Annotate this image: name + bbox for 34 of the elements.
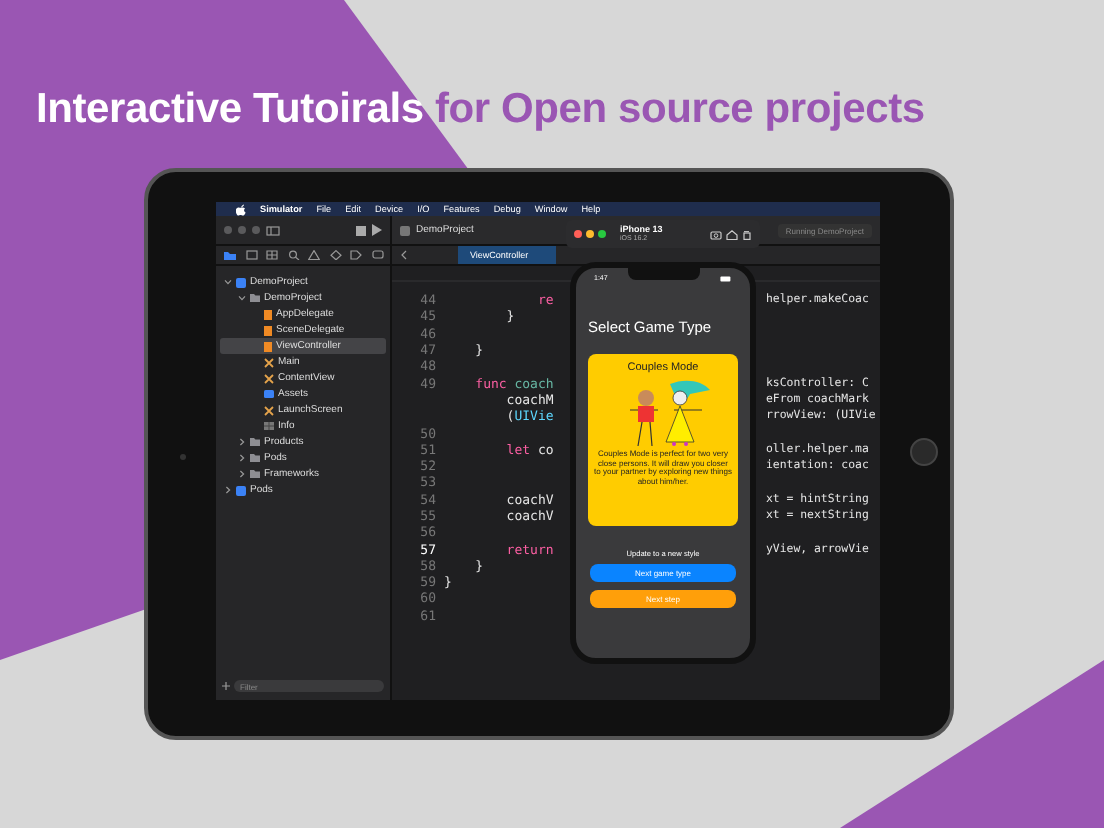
stop-icon[interactable]	[356, 225, 366, 235]
grid-icon[interactable]	[266, 250, 278, 260]
battery-icon	[720, 275, 732, 281]
assets-icon	[264, 390, 274, 398]
cross-icon	[264, 405, 274, 415]
phone-notch	[627, 268, 699, 280]
square-icon[interactable]	[245, 250, 257, 260]
tag-icon[interactable]	[350, 250, 362, 260]
cross-icon	[264, 357, 274, 367]
sidebar-icon[interactable]	[266, 225, 280, 235]
rotate-icon[interactable]	[742, 229, 752, 239]
headline: for Open source projects	[434, 86, 925, 132]
camera-icon[interactable]	[710, 229, 722, 239]
chevron-left-icon[interactable]	[400, 250, 408, 260]
project-icon	[236, 485, 246, 495]
plus-icon[interactable]	[222, 682, 230, 690]
zoom-icon[interactable]	[598, 230, 606, 238]
chat-icon[interactable]	[371, 250, 383, 260]
folder-icon	[250, 294, 260, 302]
diamond-icon[interactable]	[329, 250, 341, 260]
home-icon[interactable]	[726, 229, 738, 239]
warning-icon[interactable]	[308, 250, 320, 260]
table-icon	[264, 422, 274, 430]
play-icon[interactable]	[372, 224, 382, 236]
search-icon[interactable]	[287, 250, 299, 260]
headline: Interactive Tutoirals	[36, 86, 424, 132]
apple-icon[interactable]	[236, 203, 246, 215]
camera-icon	[180, 454, 186, 460]
minimize-icon[interactable]	[586, 230, 594, 238]
folder-icon[interactable]	[224, 250, 236, 260]
close-icon[interactable]	[574, 230, 582, 238]
project-icon	[400, 225, 410, 235]
cross-icon	[264, 373, 274, 383]
project-icon	[236, 277, 246, 287]
